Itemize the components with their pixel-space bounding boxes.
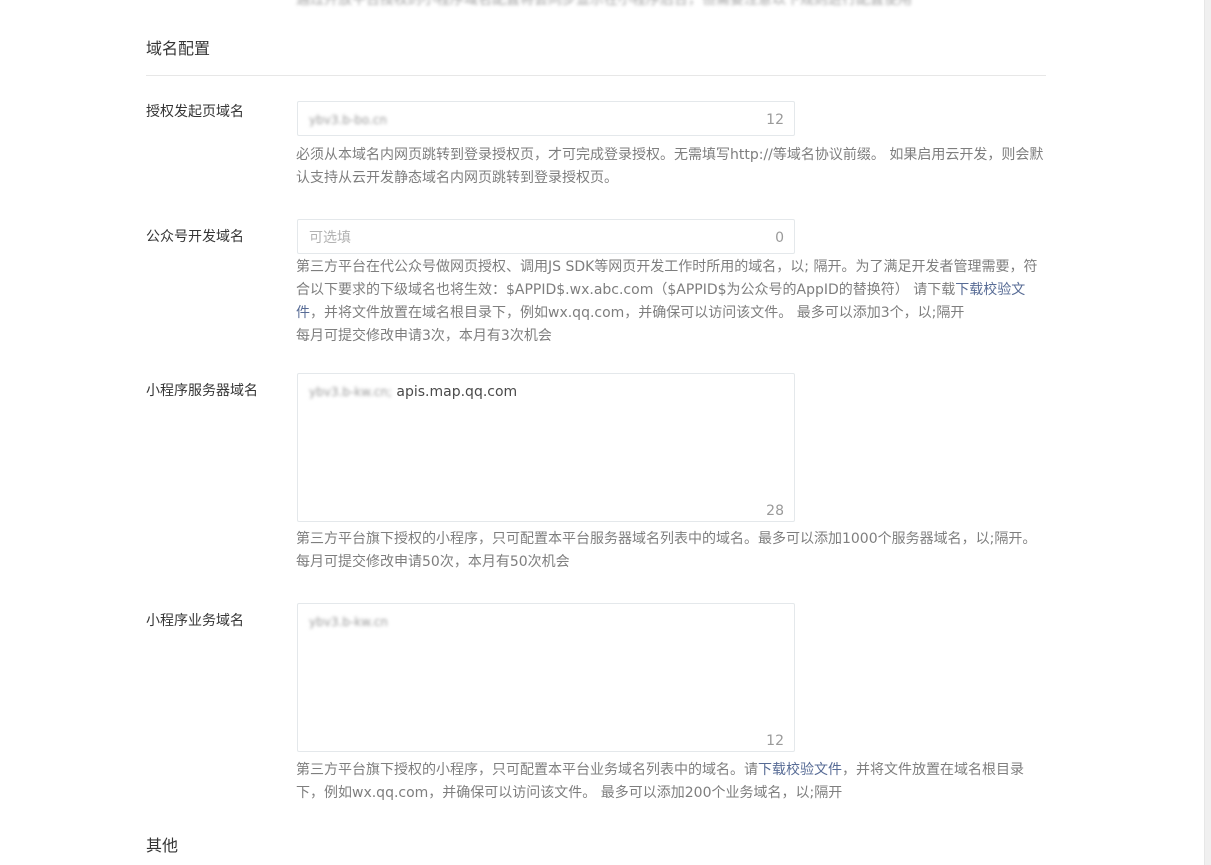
server-domain-quota: 每月可提交修改申请50次，本月有50次机会 bbox=[296, 554, 570, 570]
auth-domain-label: 授权发起页域名 bbox=[146, 104, 244, 120]
truncated-top-text: 通过开放平台授权的小程序域名配置将会同步显示在小程序后台，但需要注意以下规则进行… bbox=[296, 0, 912, 8]
mp-domain-desc: 第三方平台在代公众号做网页授权、调用JS SDK等网页开发工作时所用的域名，以;… bbox=[296, 259, 1038, 344]
business-domain-desc: 第三方平台旗下授权的小程序，只可配置本平台业务域名列表中的域名。请下载校验文件，… bbox=[296, 762, 1024, 801]
mp-domain-input[interactable]: 可选填 0 bbox=[297, 219, 795, 254]
business-domain-label: 小程序业务域名 bbox=[146, 613, 244, 629]
mp-domain-placeholder: 可选填 bbox=[309, 230, 351, 246]
page-scrollbar[interactable] bbox=[1204, 0, 1211, 865]
business-domain-counter: 12 bbox=[766, 733, 784, 749]
server-domain-counter: 28 bbox=[766, 503, 784, 519]
business-download-verify-file-link[interactable]: 下载校验文件 bbox=[758, 762, 842, 778]
auth-domain-input[interactable]: ybv3.b-bo.cn 12 bbox=[297, 101, 795, 136]
mp-domain-label: 公众号开发域名 bbox=[146, 229, 244, 245]
section-divider bbox=[146, 75, 1046, 76]
server-domain-textarea[interactable]: ybv3.b-kw.cn; apis.map.qq.com 28 bbox=[297, 373, 795, 522]
auth-domain-value: ybv3.b-bo.cn bbox=[309, 113, 387, 127]
section-title-domain: 域名配置 bbox=[146, 39, 211, 58]
section-title-other: 其他 bbox=[146, 836, 179, 855]
business-domain-textarea[interactable]: ybv3.b-kw.cn 12 bbox=[297, 603, 795, 752]
domain-config-page: 通过开放平台授权的小程序域名配置将会同步显示在小程序后台，但需要注意以下规则进行… bbox=[0, 0, 1211, 865]
server-domain-desc: 第三方平台旗下授权的小程序，只可配置本平台服务器域名列表中的域名。最多可以添加1… bbox=[296, 531, 1037, 570]
mp-domain-counter: 0 bbox=[775, 230, 784, 246]
auth-domain-desc: 必须从本域名内网页跳转到登录授权页，才可完成登录授权。无需填写http://等域… bbox=[296, 147, 1044, 186]
auth-domain-counter: 12 bbox=[766, 112, 784, 128]
business-domain-value: ybv3.b-kw.cn bbox=[309, 615, 388, 629]
server-domain-value: ybv3.b-kw.cn; apis.map.qq.com bbox=[309, 384, 518, 400]
server-domain-label: 小程序服务器域名 bbox=[146, 383, 258, 399]
mp-domain-quota: 每月可提交修改申请3次，本月有3次机会 bbox=[296, 328, 552, 344]
